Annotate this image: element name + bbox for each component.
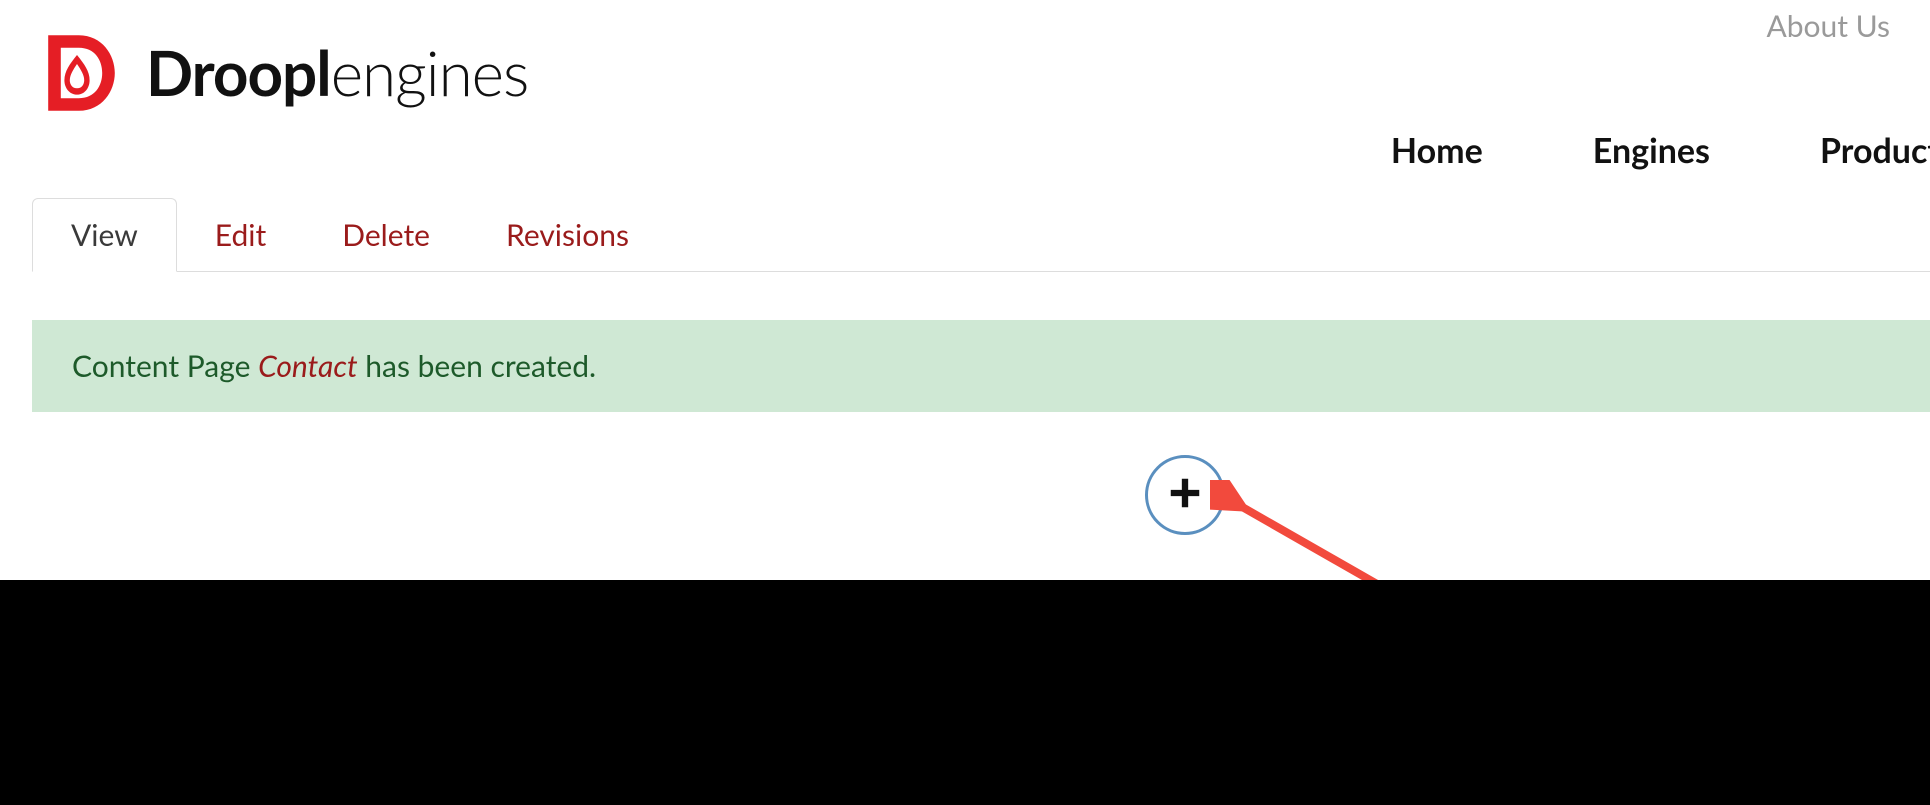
plus-icon — [1166, 474, 1204, 516]
nav-home[interactable]: Home — [1391, 130, 1483, 171]
site-logo[interactable]: Drooplengines — [32, 28, 528, 118]
content-tabs: View Edit Delete Revisions — [32, 200, 1930, 272]
status-content-link[interactable]: Contact — [258, 348, 358, 384]
nav-engines[interactable]: Engines — [1593, 130, 1710, 171]
add-block-button[interactable] — [1145, 455, 1225, 535]
tab-edit[interactable]: Edit — [177, 199, 304, 271]
footer-region — [0, 580, 1930, 805]
tab-delete[interactable]: Delete — [304, 199, 468, 271]
nav-product[interactable]: Product — [1820, 130, 1930, 171]
about-us-link[interactable]: About Us — [1766, 8, 1890, 44]
status-message: Content Page Contact has been created. — [32, 320, 1930, 412]
logo-text-light: engines — [331, 36, 529, 110]
primary-nav: Home Engines Product — [1391, 130, 1930, 171]
status-prefix: Content Page — [72, 348, 258, 384]
site-logo-text: Drooplengines — [146, 36, 528, 110]
logo-text-bold: Droopl — [146, 36, 331, 110]
tab-revisions[interactable]: Revisions — [468, 199, 667, 271]
status-suffix: has been created. — [358, 348, 597, 384]
droopl-logo-icon — [32, 28, 122, 118]
tab-view[interactable]: View — [32, 198, 177, 272]
